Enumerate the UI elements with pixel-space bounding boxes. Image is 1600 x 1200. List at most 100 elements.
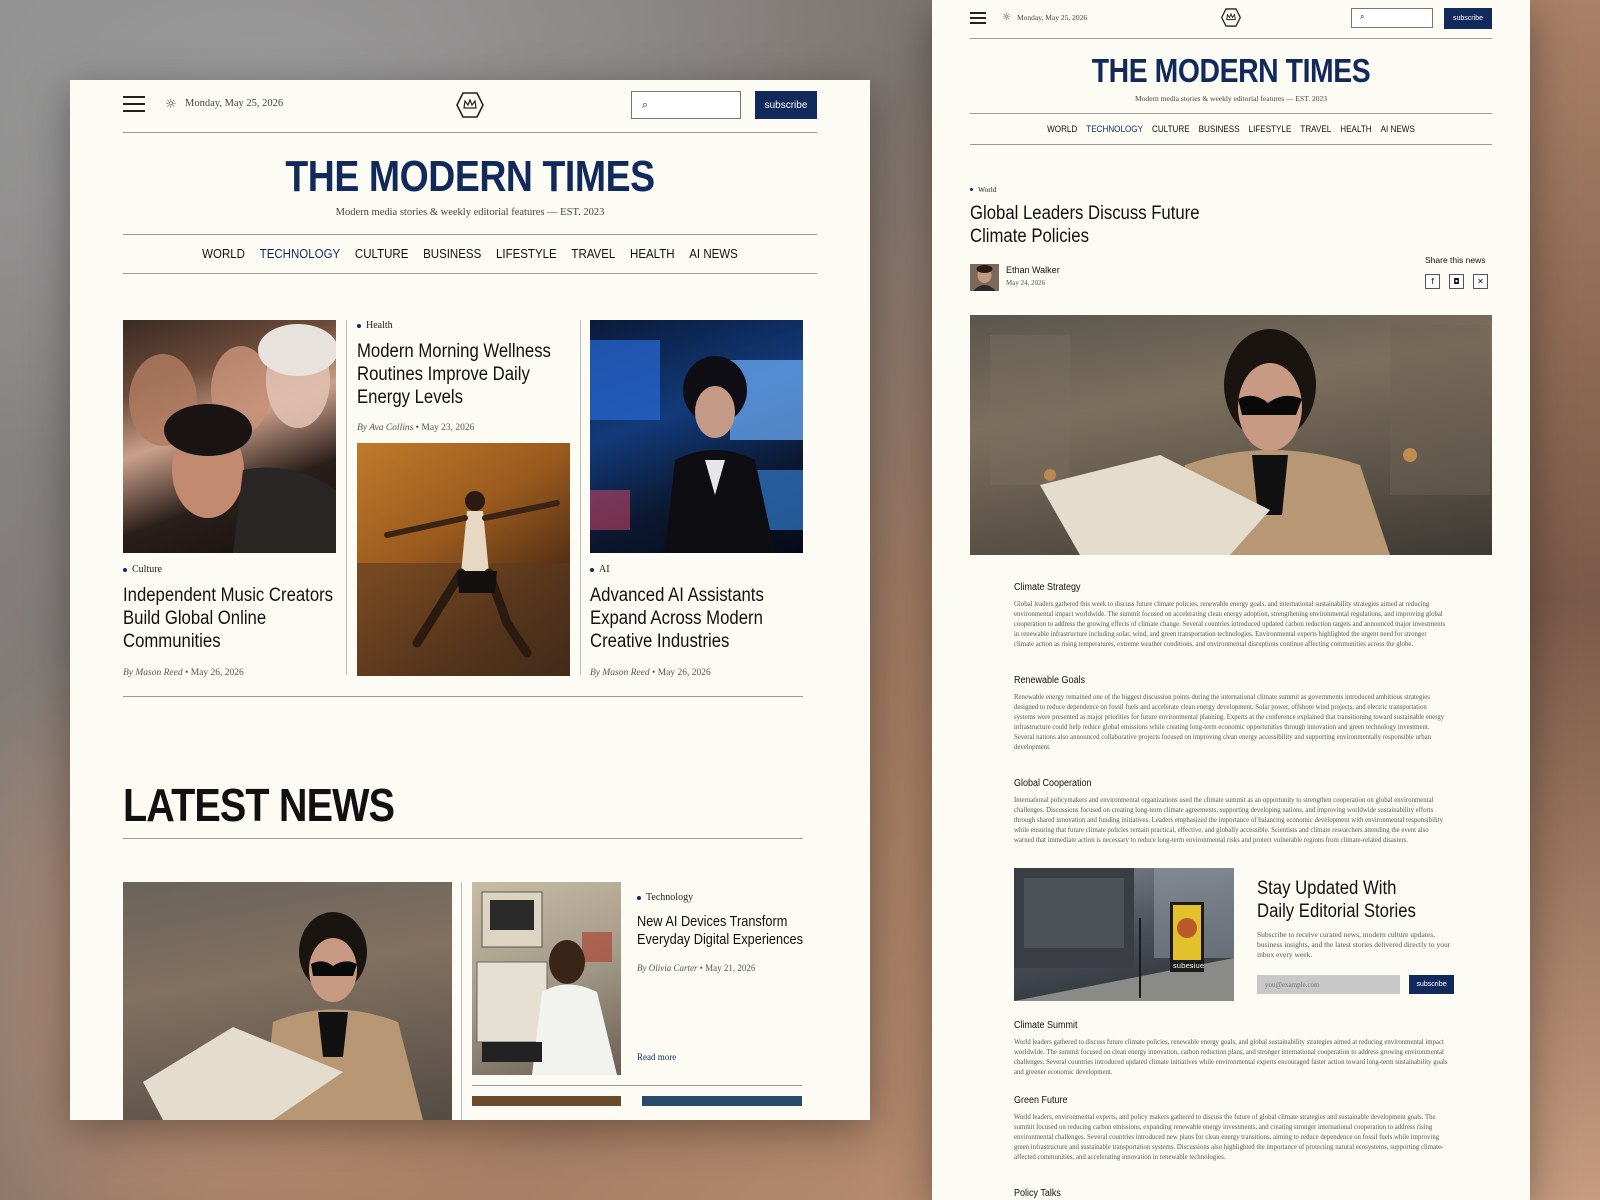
nav-item-world[interactable]: WORLD [1047, 124, 1077, 134]
nav-item-ai-news[interactable]: AI NEWS [1381, 124, 1415, 134]
nav-item-business[interactable]: BUSINESS [423, 247, 481, 261]
section-body: World leaders, environmental experts, an… [1014, 1114, 1444, 1161]
latest-byline: By Olivia Carter • May 21, 2026 [637, 963, 756, 973]
crown-hexagon-logo[interactable] [456, 92, 484, 118]
story-headline[interactable]: Modern Morning Wellness Routines Improve… [357, 340, 568, 409]
site-tagline: Modern media stories & weekly editorial … [1135, 94, 1327, 103]
section-body: Global leaders gathered this week to dis… [1014, 601, 1446, 648]
search-icon: ⌕ [642, 98, 649, 111]
instagram-icon[interactable]: ◘ [1449, 274, 1464, 289]
search-icon: ⌕ [1360, 12, 1365, 21]
crown-hexagon-logo[interactable] [1221, 8, 1241, 27]
article-section: Climate Strategy Global leaders gathered… [1014, 582, 1448, 650]
search-input[interactable]: ⌕ [631, 91, 741, 119]
newsletter-image: subesiue [1014, 868, 1234, 1001]
read-more-link[interactable]: Read more [637, 1052, 676, 1062]
divider [346, 320, 347, 675]
article-view: ☼ Monday, May 25, 2026 ⌕ subscribe THE M… [932, 0, 1530, 1200]
story-byline: By Mason Reed • May 26, 2026 [590, 668, 711, 678]
latest-category[interactable]: Technology [637, 892, 817, 903]
section-divider [472, 1085, 802, 1086]
email-field[interactable] [1257, 975, 1400, 994]
sun-icon[interactable]: ☼ [1002, 12, 1011, 23]
section-heading: Green Future [1014, 1095, 1068, 1106]
nav-item-culture[interactable]: CULTURE [355, 247, 408, 261]
nav-item-ai-news[interactable]: AI NEWS [689, 247, 738, 261]
section-heading: Climate Strategy [1014, 582, 1081, 593]
author-name[interactable]: Ethan Walker [1006, 265, 1060, 275]
nav-item-health[interactable]: HEALTH [1340, 124, 1371, 134]
nav-item-lifestyle[interactable]: LIFESTYLE [496, 247, 557, 261]
story-category[interactable]: Health [357, 320, 570, 331]
facebook-icon[interactable]: f [1425, 274, 1440, 289]
story-image-partial[interactable] [472, 1096, 621, 1106]
site-tagline: Modern media stories & weekly editorial … [335, 207, 605, 218]
hamburger-icon[interactable] [123, 96, 145, 112]
divider [580, 320, 581, 675]
latest-headline[interactable]: New AI Devices Transform Everyday Digita… [637, 913, 813, 949]
story-image-ai-assistants[interactable] [590, 320, 803, 553]
nav-item-travel[interactable]: TRAVEL [571, 247, 615, 261]
article-hero-image [970, 315, 1492, 555]
newsletter-subscribe-button[interactable]: subscribe [1409, 975, 1454, 994]
nav-item-technology[interactable]: TECHNOLOGY [1086, 124, 1143, 134]
section-divider [123, 696, 803, 697]
subscribe-button[interactable]: subscribe [755, 91, 817, 119]
poster-text: subesiue [1173, 962, 1204, 970]
section-divider [123, 838, 803, 839]
topbar: ☼ Monday, May 25, 2026 ⌕ subscribe [970, 0, 1492, 38]
story-category[interactable]: Culture [123, 564, 336, 575]
article-section: Climate Summit World leaders gathered to… [1014, 1020, 1448, 1078]
x-icon[interactable]: ✕ [1473, 274, 1488, 289]
newsletter-panel: Stay Updated With Daily Editorial Storie… [1257, 877, 1477, 997]
article-section: Green Future World leaders, environmenta… [1014, 1095, 1448, 1163]
article-date: May 24, 2026 [1006, 279, 1046, 287]
current-date: Monday, May 25, 2026 [1017, 13, 1088, 22]
homepage-view: ☼ Monday, May 25, 2026 ⌕ subscribe THE M… [70, 80, 870, 1120]
story-image-partial[interactable] [642, 1096, 802, 1106]
avatar[interactable] [970, 264, 999, 291]
main-nav: WORLD TECHNOLOGY CULTURE BUSINESS LIFEST… [996, 114, 1466, 144]
nav-item-technology[interactable]: TECHNOLOGY [260, 247, 341, 261]
section-body: International policymakers and environme… [1014, 797, 1444, 844]
section-heading: Climate Summit [1014, 1020, 1078, 1031]
homepage-header: ☼ Monday, May 25, 2026 ⌕ subscribe THE M… [123, 80, 817, 274]
nav-item-health[interactable]: HEALTH [630, 247, 675, 261]
story-headline[interactable]: Advanced AI Assistants Expand Across Mod… [590, 584, 801, 653]
site-title[interactable]: THE MODERN TIMES [175, 153, 765, 201]
nav-item-world[interactable]: WORLD [202, 247, 245, 261]
nav-item-travel[interactable]: TRAVEL [1300, 124, 1331, 134]
story-image-wellness[interactable] [357, 443, 570, 676]
nav-item-culture[interactable]: CULTURE [1152, 124, 1190, 134]
section-body: Renewable energy remained one of the big… [1014, 694, 1445, 751]
section-body: World leaders gathered to discuss future… [1014, 1039, 1448, 1076]
story-image-music-creators[interactable] [123, 320, 336, 553]
sun-icon[interactable]: ☼ [165, 97, 177, 112]
story-headline[interactable]: Independent Music Creators Build Global … [123, 584, 334, 653]
article-section: Policy Talks [1014, 1188, 1448, 1200]
article-category[interactable]: World [970, 185, 997, 194]
hamburger-icon[interactable] [970, 12, 986, 24]
nav-item-lifestyle[interactable]: LIFESTYLE [1249, 124, 1292, 134]
subscribe-button[interactable]: subscribe [1444, 8, 1492, 29]
search-input[interactable]: ⌕ [1351, 8, 1433, 28]
featured-stories: Culture Independent Music Creators Build… [123, 320, 817, 680]
topbar: ☼ Monday, May 25, 2026 ⌕ subscribe [123, 80, 817, 132]
site-title[interactable]: THE MODERN TIMES [1007, 53, 1456, 89]
article-page: ☼ Monday, May 25, 2026 ⌕ subscribe THE M… [970, 0, 1492, 555]
latest-image-newspaper-woman[interactable] [123, 882, 452, 1120]
nav-item-business[interactable]: BUSINESS [1199, 124, 1240, 134]
article-section: Renewable Goals Renewable energy remaine… [1014, 675, 1448, 753]
share-label: Share this news [1425, 255, 1486, 265]
latest-image-ai-devices[interactable] [472, 882, 621, 1075]
section-heading: Policy Talks [1014, 1188, 1061, 1199]
section-heading: Global Cooperation [1014, 778, 1092, 789]
story-category[interactable]: AI [590, 564, 803, 575]
newsletter-title: Stay Updated With Daily Editorial Storie… [1257, 878, 1416, 922]
section-heading: Renewable Goals [1014, 675, 1086, 686]
article-title: Global Leaders Discuss Future Climate Po… [970, 203, 1200, 247]
story-byline: By Mason Reed • May 26, 2026 [123, 668, 244, 678]
article-section: Global Cooperation International policym… [1014, 778, 1448, 846]
masthead: THE MODERN TIMES Modern media stories & … [970, 39, 1492, 104]
latest-news-heading: LATEST NEWS [123, 779, 395, 831]
